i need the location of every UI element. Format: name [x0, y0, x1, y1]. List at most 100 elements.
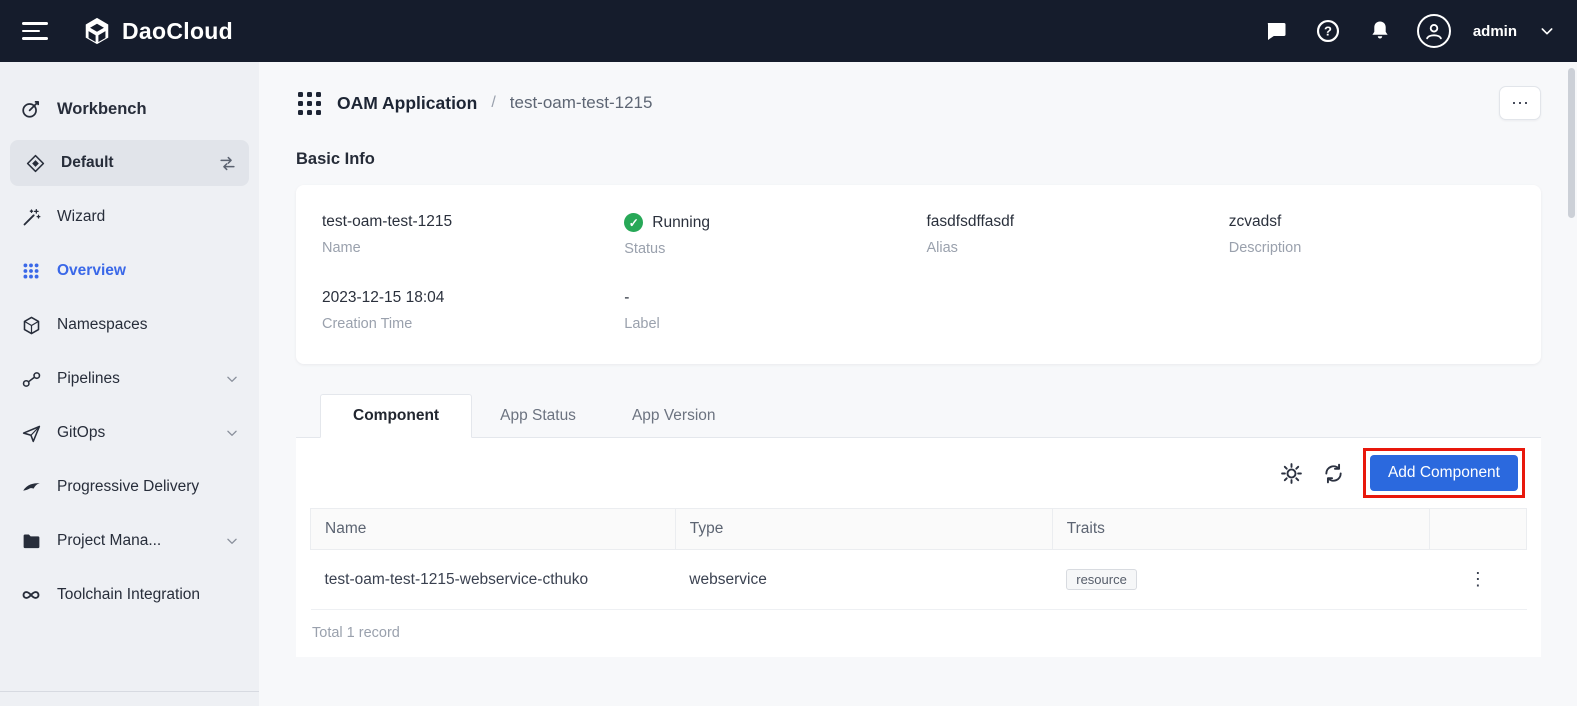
user-name: admin	[1473, 23, 1517, 40]
refresh-icon[interactable]	[1321, 460, 1347, 486]
basic-info-title: Basic Info	[296, 150, 1541, 169]
settings-gear-icon[interactable]	[1279, 460, 1305, 486]
chat-icon[interactable]	[1261, 16, 1291, 46]
sidebar-item-workbench[interactable]: Workbench	[0, 84, 259, 134]
sidebar: Workbench Default Wizard	[0, 62, 259, 706]
namespaces-cube-icon	[20, 314, 42, 336]
sidebar-item-label: Namespaces	[57, 316, 147, 334]
chevron-down-icon[interactable]	[225, 372, 239, 386]
sidebar-item-wizard[interactable]: Wizard	[0, 192, 259, 242]
annotation-highlight-box: Add Component	[1363, 448, 1525, 498]
field-label: Description	[1229, 240, 1515, 256]
add-component-button[interactable]: Add Component	[1370, 455, 1518, 491]
field-label-kv: - Label	[624, 289, 910, 332]
toolchain-infinity-icon	[20, 584, 42, 606]
switch-workspace-icon[interactable]	[218, 154, 237, 173]
project-folder-icon	[20, 530, 42, 552]
pipelines-icon	[20, 368, 42, 390]
topbar-actions: ? admin	[1261, 14, 1555, 48]
breadcrumb-separator: /	[491, 94, 495, 112]
tab-component[interactable]: Component	[320, 394, 472, 438]
cell-name: test-oam-test-1215-webservice-cthuko	[311, 550, 676, 610]
chevron-down-icon[interactable]	[225, 426, 239, 440]
field-label: Creation Time	[322, 316, 608, 332]
sidebar-item-pipelines[interactable]: Pipelines	[0, 354, 259, 404]
tab-bar: Component App Status App Version	[296, 394, 1541, 438]
column-header-traits[interactable]: Traits	[1052, 509, 1429, 550]
column-header-name[interactable]: Name	[311, 509, 676, 550]
breadcrumb: OAM Application / test-oam-test-1215 ⋯	[296, 86, 1541, 120]
gitops-icon	[20, 422, 42, 444]
sidebar-item-label: Overview	[57, 262, 126, 280]
sidebar-item-progressive-delivery[interactable]: Progressive Delivery	[0, 462, 259, 512]
table-row[interactable]: test-oam-test-1215-webservice-cthuko web…	[311, 550, 1527, 610]
oam-application-grid-icon	[296, 90, 323, 117]
scrollbar[interactable]	[1568, 68, 1575, 218]
svg-text:?: ?	[1324, 24, 1332, 39]
chevron-down-icon[interactable]	[225, 534, 239, 548]
sidebar-divider	[0, 691, 259, 692]
daocloud-logo-icon	[82, 16, 112, 46]
topbar: DaoCloud ? admin	[0, 0, 1577, 62]
field-value: zcvadsf	[1229, 213, 1515, 231]
brand-name: DaoCloud	[122, 18, 233, 45]
cell-type: webservice	[675, 550, 1052, 610]
notifications-bell-icon[interactable]	[1365, 16, 1395, 46]
sidebar-item-toolchain-integration[interactable]: Toolchain Integration	[0, 570, 259, 620]
more-actions-button[interactable]: ⋯	[1499, 86, 1541, 120]
hamburger-menu-icon[interactable]	[22, 22, 48, 40]
sidebar-item-label: Toolchain Integration	[57, 586, 200, 604]
column-header-actions	[1429, 509, 1526, 550]
sidebar-item-namespaces[interactable]: Namespaces	[0, 300, 259, 350]
cell-traits: resource	[1052, 550, 1429, 610]
overview-grid-icon	[20, 260, 42, 282]
field-creation-time: 2023-12-15 18:04 Creation Time	[322, 289, 608, 332]
sidebar-item-label: Workbench	[57, 100, 147, 119]
tab-app-status[interactable]: App Status	[472, 395, 604, 437]
field-label: Name	[322, 240, 608, 256]
progressive-delivery-bird-icon	[20, 476, 42, 498]
field-alias: fasdfsdffasdf Alias	[927, 213, 1213, 257]
sidebar-item-gitops[interactable]: GitOps	[0, 408, 259, 458]
column-header-type[interactable]: Type	[675, 509, 1052, 550]
sidebar-item-label: Pipelines	[57, 370, 120, 388]
tab-app-version[interactable]: App Version	[604, 395, 744, 437]
field-name: test-oam-test-1215 Name	[322, 213, 608, 257]
table-header-row: Name Type Traits	[311, 509, 1527, 550]
sidebar-item-label: Default	[61, 154, 114, 172]
sidebar-item-project-management[interactable]: Project Mana...	[0, 516, 259, 566]
status-running-icon: ✓	[624, 213, 643, 232]
field-value: 2023-12-15 18:04	[322, 289, 608, 307]
sidebar-item-label: Progressive Delivery	[57, 478, 199, 496]
field-label: Status	[624, 241, 910, 257]
table-footer: Total 1 record	[310, 610, 1527, 657]
field-value: test-oam-test-1215	[322, 213, 608, 231]
field-label: Alias	[927, 240, 1213, 256]
main-content: OAM Application / test-oam-test-1215 ⋯ B…	[259, 62, 1577, 706]
avatar[interactable]	[1417, 14, 1451, 48]
field-description: zcvadsf Description	[1229, 213, 1515, 257]
component-toolbar: Add Component	[310, 438, 1527, 508]
basic-info-card: test-oam-test-1215 Name ✓ Running Status…	[296, 185, 1541, 364]
sidebar-item-label: Wizard	[57, 208, 105, 226]
sidebar-item-overview[interactable]: Overview	[0, 246, 259, 296]
help-icon[interactable]: ?	[1313, 16, 1343, 46]
sidebar-item-label: Project Mana...	[57, 532, 161, 550]
field-status: ✓ Running Status	[624, 213, 910, 257]
breadcrumb-current: test-oam-test-1215	[510, 93, 653, 113]
row-kebab-menu-icon[interactable]: ⋮	[1429, 550, 1526, 610]
components-table: Name Type Traits test-oam-test-1215-webs…	[310, 508, 1527, 610]
sidebar-item-label: GitOps	[57, 424, 105, 442]
field-value: -	[624, 289, 910, 307]
workbench-icon	[20, 98, 42, 120]
user-menu-chevron-down-icon[interactable]	[1539, 23, 1555, 39]
trait-badge: resource	[1066, 569, 1137, 590]
brand: DaoCloud	[82, 16, 233, 46]
component-panel: Add Component Name Type Traits	[296, 438, 1541, 657]
default-workspace-icon	[24, 152, 46, 174]
field-label: Label	[624, 316, 910, 332]
field-value: fasdfsdffasdf	[927, 213, 1213, 231]
app-window: DaoCloud ? admin	[0, 0, 1577, 706]
sidebar-item-default[interactable]: Default	[10, 140, 249, 186]
breadcrumb-section[interactable]: OAM Application	[337, 93, 477, 114]
